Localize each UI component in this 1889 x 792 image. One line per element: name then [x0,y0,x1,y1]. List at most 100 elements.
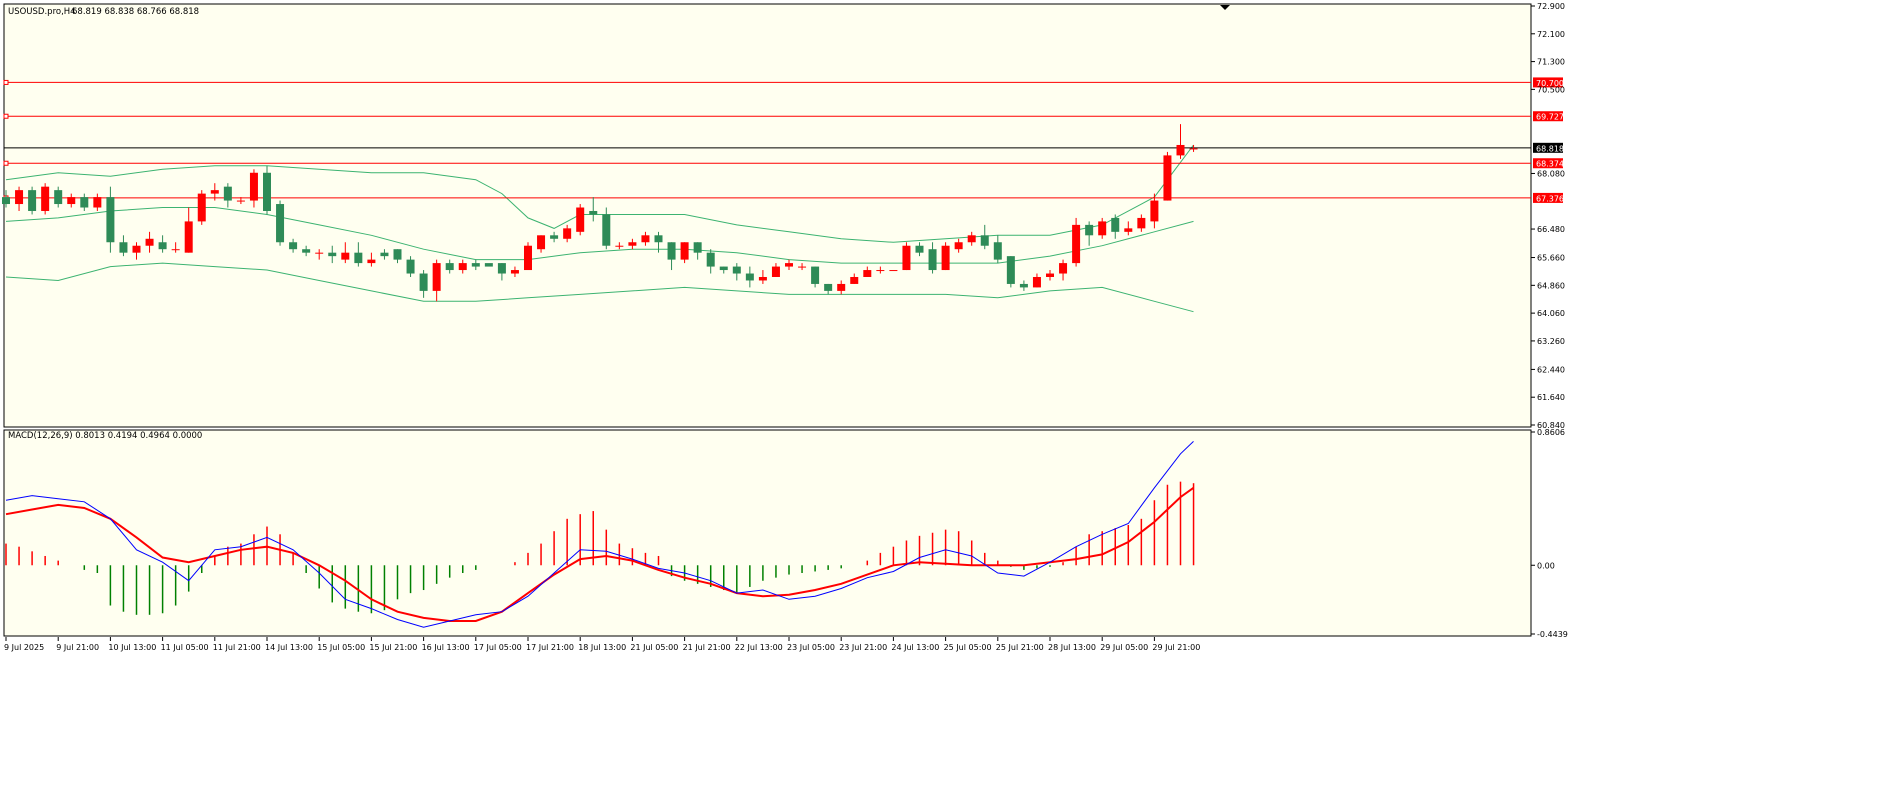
candle-body [171,249,180,251]
candle-body [785,263,793,267]
candle-body [1150,200,1159,222]
level-handle [3,113,9,119]
time-tick-label: 29 Jul 05:00 [1100,643,1148,652]
candle-body [184,221,193,253]
price-axis [1532,0,1568,640]
price-tick-label: 71.300 [1537,58,1565,67]
candle-body [980,235,989,246]
level-price-label: 68.374 [1536,160,1564,169]
candle-body [837,283,846,291]
candle-body [1032,276,1041,288]
price-tick-label: 72.900 [1537,2,1565,11]
candle-body [67,197,76,205]
price-tick-label: 72.100 [1537,30,1565,39]
macd-header-label: MACD(12,26,9) 0.8013 0.4194 0.4964 0.000… [8,431,202,441]
candle-body [341,252,350,260]
candle-body [393,249,402,260]
candle-body [406,259,415,274]
candle-body [1189,148,1198,150]
candle-body [471,263,480,267]
candle-body [510,270,519,274]
candle-body [354,252,363,264]
candle-body [602,214,611,246]
price-tick-label: 61.640 [1537,393,1565,402]
macd-pane[interactable] [3,429,1532,637]
candle-body [811,266,820,284]
candle-body [132,245,141,253]
level-price-label: 67.376 [1536,194,1564,203]
price-tick-label: 65.660 [1537,254,1565,263]
candle-body [419,273,428,291]
candle-body [745,273,754,281]
time-tick-label: 23 Jul 21:00 [839,643,887,652]
candle-body [641,235,650,243]
candle-body [445,263,454,271]
candle-body [1072,224,1081,264]
time-tick-label: 9 Jul 21:00 [56,643,99,652]
candle-body [2,197,10,205]
candle-body [550,235,559,239]
candle-body [1006,256,1015,284]
candle-body [119,242,128,253]
time-tick-label: 28 Jul 13:00 [1048,643,1096,652]
candle-body [771,266,780,277]
candle-body [876,270,885,272]
candle-body [902,245,911,271]
price-tick-label: 64.060 [1537,309,1565,318]
candle-body [1124,228,1133,232]
candle-body [1085,224,1094,236]
candle-body [236,200,245,202]
candle-body [41,186,50,211]
time-tick-label: 11 Jul 21:00 [213,643,261,652]
time-tick-label: 16 Jul 13:00 [422,643,470,652]
time-tick-label: 21 Jul 21:00 [683,643,731,652]
chart-header-symbol: USOUSD.pro,H4 [8,7,76,17]
time-tick-label: 15 Jul 21:00 [369,643,417,652]
candle-body [263,172,271,211]
candle-body [1137,217,1146,229]
price-tick-label: 62.440 [1537,365,1565,374]
candle-body [497,263,506,274]
candle-body [758,276,767,281]
price-tick-label: 66.480 [1537,225,1565,234]
chart-canvas[interactable]: 70.70069.72768.37467.37668.818 72.90072.… [0,0,1568,657]
candle-body [954,242,963,250]
candle-body [54,190,63,205]
candle-body [1176,144,1185,156]
candle-body [928,249,937,271]
candle-body [145,238,154,246]
price-tick-label: 68.080 [1537,169,1565,178]
candle-body [798,266,807,268]
candle-body [380,252,389,257]
candle-body [249,172,258,201]
time-tick-label: 17 Jul 05:00 [474,643,522,652]
candle-body [367,259,376,264]
current-price-label: 68.818 [1536,144,1564,153]
candle-body [315,252,324,254]
price-tick-label: 63.260 [1537,337,1565,346]
time-tick-label: 10 Jul 13:00 [108,643,156,652]
macd-tick-label: 0.00 [1537,561,1555,570]
candle-body [289,242,298,250]
candle-body [680,242,689,260]
candle-body [654,235,663,243]
candle-body [328,252,337,257]
time-tick-label: 18 Jul 13:00 [578,643,626,652]
time-tick-label: 24 Jul 13:00 [891,643,939,652]
candle-body [1098,221,1107,236]
candle-body [484,263,493,267]
level-price-label: 69.727 [1536,113,1564,122]
candle-body [158,242,167,250]
candle-body [967,235,976,243]
time-tick-label: 25 Jul 05:00 [944,643,992,652]
candle-body [589,210,598,215]
price-pane[interactable] [3,3,1532,428]
candle-body [223,186,232,201]
candle-body [615,245,624,247]
candle-body [458,263,467,271]
candle-body [941,245,950,271]
candle-body [28,190,37,211]
time-tick-label: 29 Jul 21:00 [1152,643,1200,652]
candle-body [537,235,546,250]
candle-body [667,242,676,260]
